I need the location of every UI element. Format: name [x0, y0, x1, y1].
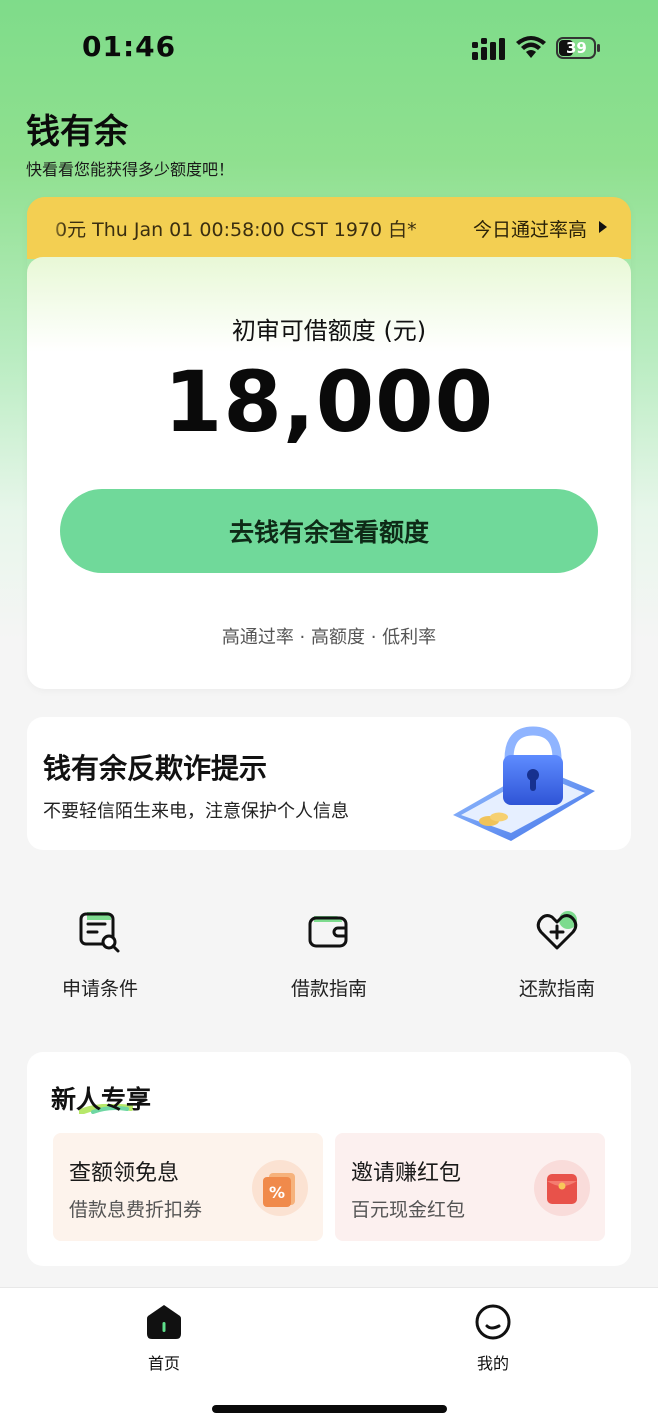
home-indicator: [212, 1405, 447, 1413]
app-subtitle: 快看看您能获得多少额度吧！: [26, 160, 235, 179]
promo-title: 邀请赚红包: [351, 1161, 462, 1186]
quick-link-loan-guide[interactable]: 借款指南: [264, 898, 394, 1008]
credit-card-body: 初审可借额度 (元) 18,000 去钱有余查看额度 高通过率 · 高额度 · …: [27, 257, 631, 689]
promo-subtitle: 百元现金红包: [351, 1199, 466, 1221]
quick-link-label: 还款指南: [518, 978, 595, 1000]
phone-lock-illustration: [453, 726, 595, 841]
battery-icon: 39: [556, 37, 602, 59]
red-envelope-icon: [534, 1160, 590, 1216]
anti-fraud-subtitle: 不要轻信陌生来电，注意保护个人信息: [43, 801, 349, 822]
promo-invite-red-envelope[interactable]: 邀请赚红包 百元现金红包: [335, 1133, 605, 1241]
quick-link-apply-conditions[interactable]: 申请条件: [35, 898, 165, 1008]
svg-text:%: %: [269, 1183, 285, 1202]
battery-level: 39: [566, 39, 587, 57]
tab-profile[interactable]: 我的: [448, 1302, 538, 1374]
caret-right-icon[interactable]: [599, 221, 607, 233]
ticker-message: 0元 Thu Jan 01 00:58:00 CST 1970 白*: [55, 219, 417, 241]
document-search-icon: [79, 912, 120, 953]
promo-subtitle: 借款息费折扣券: [69, 1199, 203, 1221]
credit-features: 高通过率 · 高额度 · 低利率: [221, 627, 437, 648]
home-icon: [147, 1305, 181, 1339]
tab-profile-label: 我的: [476, 1354, 509, 1373]
tab-home-label: 首页: [147, 1354, 180, 1373]
wifi-icon: [516, 36, 546, 58]
app-title: 钱有余: [26, 112, 128, 152]
credit-card: 0元 Thu Jan 01 00:58:00 CST 1970 白* 今日通过率…: [27, 197, 631, 689]
check-credit-button[interactable]: 去钱有余查看额度: [60, 489, 598, 573]
coupon-icon: %: [252, 1160, 308, 1216]
credit-amount-value: 18,000: [163, 353, 495, 451]
anti-fraud-title: 钱有余反欺诈提示: [43, 752, 268, 785]
heart-plus-icon: [536, 911, 578, 950]
quick-link-repay-guide[interactable]: 还款指南: [492, 898, 622, 1008]
promo-title: 查额领免息: [69, 1161, 180, 1186]
ticker-pass-rate[interactable]: 今日通过率高: [473, 215, 587, 242]
quick-link-label: 借款指南: [290, 978, 367, 1000]
announcement-ticker[interactable]: 0元 Thu Jan 01 00:58:00 CST 1970 白* 今日通过率…: [27, 197, 631, 259]
promo-interest-free[interactable]: 查额领免息 借款息费折扣券 %: [53, 1133, 323, 1241]
newbie-section: 新人专享 查额领免息 借款息费折扣券 % 邀请赚红包 百元现金红包: [27, 1052, 631, 1266]
status-bar: 01:46 39: [0, 0, 658, 96]
status-time: 01:46: [82, 30, 177, 63]
profile-icon: [475, 1304, 511, 1340]
quick-links: 申请条件 借款指南 还款指南: [0, 898, 658, 1008]
tab-home[interactable]: 首页: [119, 1302, 209, 1374]
quick-link-label: 申请条件: [61, 978, 138, 1000]
credit-amount-label: 初审可借额度 (元): [231, 317, 427, 345]
wallet-icon: [308, 916, 348, 948]
ticker-fade: [27, 197, 67, 259]
newbie-title: 新人专享: [51, 1085, 152, 1114]
cellular-signal-icon: [472, 38, 505, 60]
anti-fraud-banner[interactable]: 钱有余反欺诈提示 不要轻信陌生来电，注意保护个人信息: [27, 717, 631, 850]
